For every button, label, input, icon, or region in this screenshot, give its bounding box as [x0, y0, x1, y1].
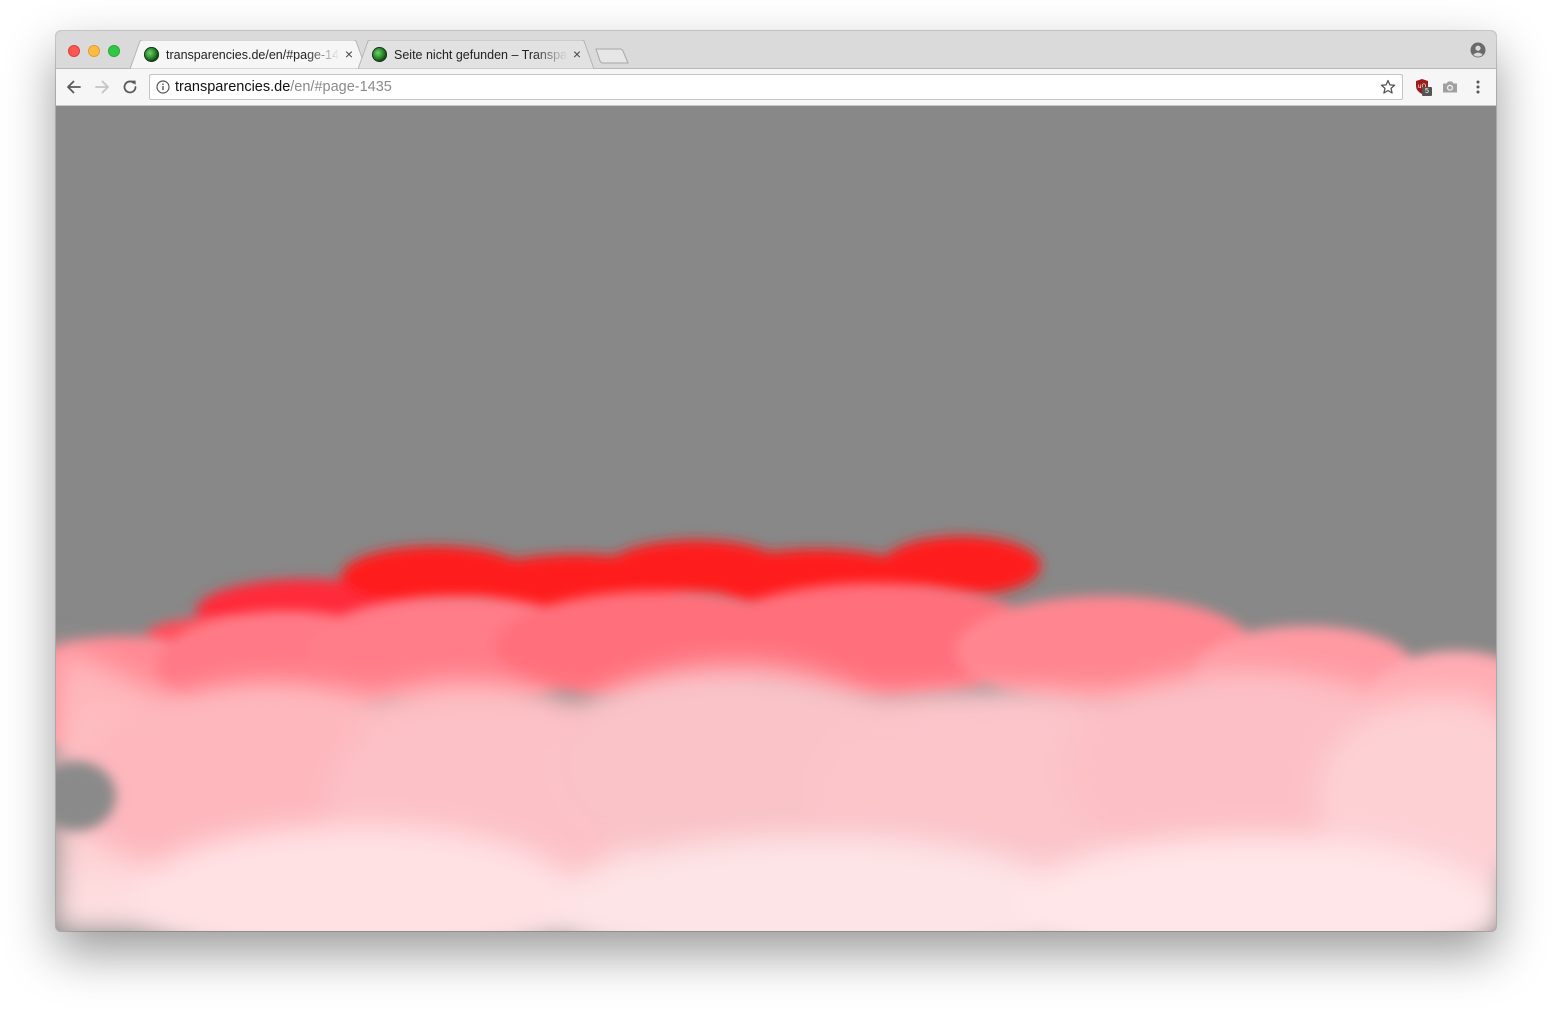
url-host: transparencies.de	[175, 79, 291, 95]
window-close-button[interactable]	[68, 45, 80, 57]
toolbar: transparencies.de/en/#page-1435 uO 5	[56, 69, 1496, 106]
kebab-menu-icon[interactable]	[1469, 78, 1487, 96]
browser-window: transparencies.de/en/#page-1435 × Seite …	[56, 31, 1496, 931]
tab-close-icon[interactable]: ×	[570, 47, 584, 61]
new-tab-button[interactable]	[595, 48, 629, 64]
window-maximize-button[interactable]	[108, 45, 120, 57]
globe-green-icon	[144, 47, 159, 62]
address-bar[interactable]: transparencies.de/en/#page-1435	[149, 74, 1403, 100]
extension-badge: 5	[1422, 87, 1432, 96]
tab-close-icon[interactable]: ×	[342, 47, 356, 61]
globe-green-icon	[372, 47, 387, 62]
cloud-illustration	[56, 536, 1496, 931]
url-text[interactable]: transparencies.de/en/#page-1435	[175, 79, 392, 95]
window-minimize-button[interactable]	[88, 45, 100, 57]
info-icon[interactable]	[156, 80, 170, 94]
tab-title: Seite nicht gefunden – Transparencies	[394, 48, 568, 62]
tab-inactive[interactable]: Seite nicht gefunden – Transparencies ×	[358, 40, 594, 69]
tab-active[interactable]: transparencies.de/en/#page-1435 ×	[130, 40, 366, 69]
page-content[interactable]	[56, 106, 1496, 931]
tab-strip: transparencies.de/en/#page-1435 × Seite …	[56, 31, 1496, 69]
arrow-left-icon[interactable]	[64, 77, 84, 97]
camera-icon[interactable]	[1441, 78, 1459, 96]
star-icon[interactable]	[1380, 79, 1396, 95]
profile-icon[interactable]	[1470, 42, 1486, 58]
arrow-right-icon[interactable]	[92, 77, 112, 97]
cloud-puffs	[66, 666, 1496, 931]
reload-icon[interactable]	[120, 77, 140, 97]
url-path: /en/#page-1435	[290, 79, 392, 95]
tab-title: transparencies.de/en/#page-1435	[166, 48, 340, 62]
ublock-extension-button[interactable]: uO 5	[1414, 78, 1432, 96]
